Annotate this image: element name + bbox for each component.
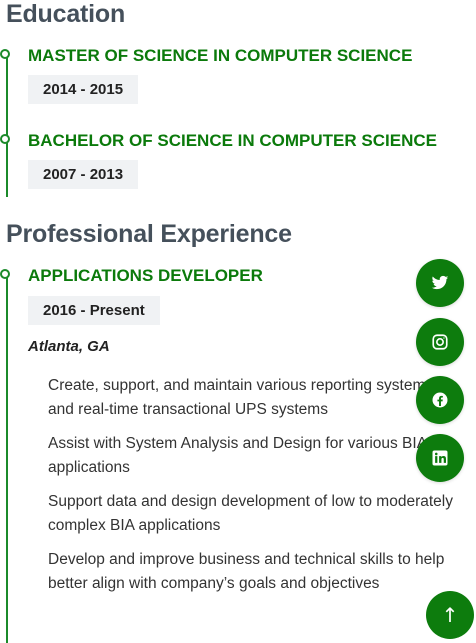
education-item-title: MASTER OF SCIENCE IN COMPUTER SCIENCE [28, 46, 413, 65]
timeline-dot [0, 269, 10, 279]
education-item-title: BACHELOR OF SCIENCE IN COMPUTER SCIENCE [28, 131, 437, 150]
facebook-button[interactable] [416, 376, 464, 424]
back-to-top-button[interactable]: ↑ [426, 591, 474, 639]
instagram-button[interactable] [416, 318, 464, 366]
experience-item-bullets: Create, support, and maintain various re… [48, 374, 463, 606]
instagram-icon [431, 333, 449, 351]
education-item-dates: 2014 - 2015 [28, 75, 139, 104]
experience-heading: Professional Experience [6, 220, 292, 248]
experience-timeline-line [6, 274, 8, 643]
education-timeline-line [6, 54, 8, 197]
twitter-icon [431, 274, 449, 292]
linkedin-button[interactable] [416, 434, 464, 482]
facebook-icon [431, 391, 449, 409]
list-item: Assist with System Analysis and Design f… [48, 435, 427, 476]
linkedin-icon [431, 449, 449, 467]
list-item: Create, support, and maintain various re… [48, 377, 434, 418]
timeline-dot [0, 49, 10, 59]
timeline-dot [0, 134, 10, 144]
list-item: Support data and design development of l… [48, 493, 453, 534]
experience-item-title: APPLICATIONS DEVELOPER [28, 266, 263, 285]
arrow-up-icon: ↑ [441, 603, 459, 627]
experience-item-location: Atlanta, GA [28, 338, 110, 355]
education-heading: Education [6, 0, 126, 28]
list-item: Develop and improve business and technic… [48, 551, 445, 592]
education-item-dates: 2007 - 2013 [28, 160, 139, 189]
resume-page: Education MASTER OF SCIENCE IN COMPUTER … [0, 0, 476, 643]
twitter-button[interactable] [416, 259, 464, 307]
experience-item-dates: 2016 - Present [28, 296, 160, 325]
